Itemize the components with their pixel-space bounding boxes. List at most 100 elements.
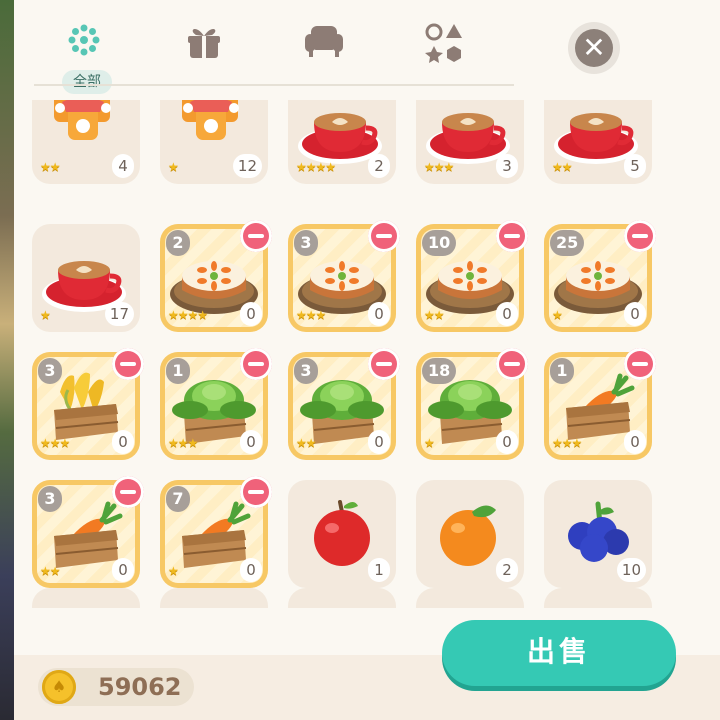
item-count: 5 (624, 154, 646, 178)
gift-box-icon (188, 28, 220, 58)
star-rating: ★★★ (168, 436, 198, 450)
minus-button[interactable] (112, 348, 144, 380)
acorn-coin-icon: ♠ (42, 670, 76, 704)
star-rating: ★★ (296, 436, 316, 450)
item-slot-orange[interactable]: 2 (416, 480, 524, 588)
minus-icon (248, 234, 264, 238)
item-count: 0 (368, 302, 390, 326)
inventory-row: ★★ 0 3 ★ 0 7 1 2 10 (32, 476, 682, 600)
item-slot-coffee-cup[interactable]: ★★★ 3 (416, 100, 524, 184)
item-slot-blueberries[interactable]: 10 (544, 480, 652, 588)
star-rating: ★★★ (424, 160, 454, 174)
item-count: 10 (616, 558, 646, 582)
selected-quantity: 25 (550, 230, 585, 256)
item-slot-carrot-crate[interactable]: ★★★ 0 1 (544, 348, 656, 460)
inventory-row: ★ 17 ★★★★ 0 2 ★★★ 0 3 ★★ 0 10 ★ 0 25 (32, 220, 682, 352)
minus-button[interactable] (624, 220, 656, 252)
selected-quantity: 3 (294, 358, 318, 384)
star-rating: ★★ (40, 564, 60, 578)
sell-button[interactable]: 出售 (442, 620, 676, 686)
close-icon: ✕ (575, 29, 613, 67)
tab-gift[interactable] (174, 20, 234, 80)
item-slot-cabbage-crate[interactable]: ★ 0 18 (416, 348, 528, 460)
item-count: 0 (496, 430, 518, 454)
item-slot-jam-jars[interactable]: ★★ 4 (32, 100, 140, 184)
star-rating: ★★★★ (296, 160, 336, 174)
minus-icon (376, 362, 392, 366)
item-slot-cabbage-crate[interactable]: ★★ 0 3 (288, 348, 400, 460)
minus-button[interactable] (240, 348, 272, 380)
close-button[interactable]: ✕ (568, 22, 620, 74)
star-rating: ★★ (552, 160, 572, 174)
inventory-row: ★★★ 0 3 ★★★ 0 1 ★★ 0 3 ★ 0 18 ★★★ 0 1 (32, 348, 682, 480)
shapes-icon (425, 23, 462, 63)
background-scene-edge (0, 0, 14, 720)
item-count: 0 (368, 430, 390, 454)
star-rating: ★★★★ (168, 308, 208, 322)
minus-button[interactable] (624, 348, 656, 380)
minus-button[interactable] (112, 476, 144, 508)
tab-furniture[interactable] (294, 20, 354, 80)
item-slot-coffee-cup[interactable]: ★★ 5 (544, 100, 652, 184)
item-slot-carrot-cake[interactable]: ★★ 0 10 (416, 220, 528, 332)
selected-quantity: 1 (550, 358, 574, 384)
coin-value: 59062 (98, 673, 182, 701)
minus-icon (504, 362, 520, 366)
item-slot-coffee-cup[interactable]: ★ 17 (32, 224, 140, 332)
star-rating: ★ (168, 160, 179, 174)
armchair-icon (305, 26, 343, 57)
star-rating: ★ (424, 436, 435, 450)
item-count: 4 (112, 154, 134, 178)
minus-button[interactable] (368, 348, 400, 380)
item-slot-carrot-crate[interactable]: ★★ 0 3 (32, 476, 144, 588)
minus-icon (376, 234, 392, 238)
minus-icon (248, 490, 264, 494)
item-slot-apple[interactable]: 1 (288, 480, 396, 588)
minus-button[interactable] (496, 348, 528, 380)
item-slot-coffee-cup[interactable]: ★★★★ 2 (288, 100, 396, 184)
star-rating: ★★ (424, 308, 444, 322)
selected-quantity: 10 (422, 230, 457, 256)
dots-flower-icon (68, 24, 100, 56)
item-count: 17 (104, 302, 134, 326)
item-count: 2 (368, 154, 390, 178)
item-count: 0 (496, 302, 518, 326)
item-count: 2 (496, 558, 518, 582)
selected-quantity: 2 (166, 230, 190, 256)
item-count: 0 (624, 302, 646, 326)
item-slot-cabbage-crate[interactable]: ★★★ 0 1 (160, 348, 272, 460)
item-count: 0 (112, 430, 134, 454)
item-count: 0 (112, 558, 134, 582)
star-rating: ★ (552, 308, 563, 322)
minus-button[interactable] (496, 220, 528, 252)
star-rating: ★★★ (296, 308, 326, 322)
item-count: 1 (368, 558, 390, 582)
inventory-grid: ★★ 4 ★ 12 ★★★★ 2 ★★★ 3 ★★ 5 ★ 17 ★★★★ 0 … (32, 100, 682, 600)
item-count: 12 (232, 154, 262, 178)
minus-icon (120, 490, 136, 494)
item-slot-partial (160, 588, 268, 608)
tab-shapes[interactable] (414, 20, 474, 80)
tab-all-label: 全部 (62, 70, 112, 94)
item-count: 0 (240, 430, 262, 454)
category-tabs: 全部 ✕ (14, 0, 720, 94)
item-slot-corn-crate[interactable]: ★★★ 0 3 (32, 348, 144, 460)
item-slot-partial (416, 588, 524, 608)
item-slot-carrot-crate[interactable]: ★ 0 7 (160, 476, 272, 588)
minus-button[interactable] (240, 220, 272, 252)
star-rating: ★★ (40, 160, 60, 174)
minus-button[interactable] (240, 476, 272, 508)
minus-icon (504, 234, 520, 238)
item-slot-jam-jars[interactable]: ★ 12 (160, 100, 268, 184)
item-slot-carrot-cake[interactable]: ★★★★ 0 2 (160, 220, 272, 332)
minus-button[interactable] (368, 220, 400, 252)
minus-icon (120, 362, 136, 366)
item-slot-partial (288, 588, 396, 608)
tabs-divider (34, 84, 514, 86)
item-slot-carrot-cake[interactable]: ★★★ 0 3 (288, 220, 400, 332)
item-count: 0 (240, 302, 262, 326)
selected-quantity: 18 (422, 358, 457, 384)
item-slot-carrot-cake[interactable]: ★ 0 25 (544, 220, 656, 332)
item-slot-partial (544, 588, 652, 608)
selected-quantity: 3 (38, 358, 62, 384)
